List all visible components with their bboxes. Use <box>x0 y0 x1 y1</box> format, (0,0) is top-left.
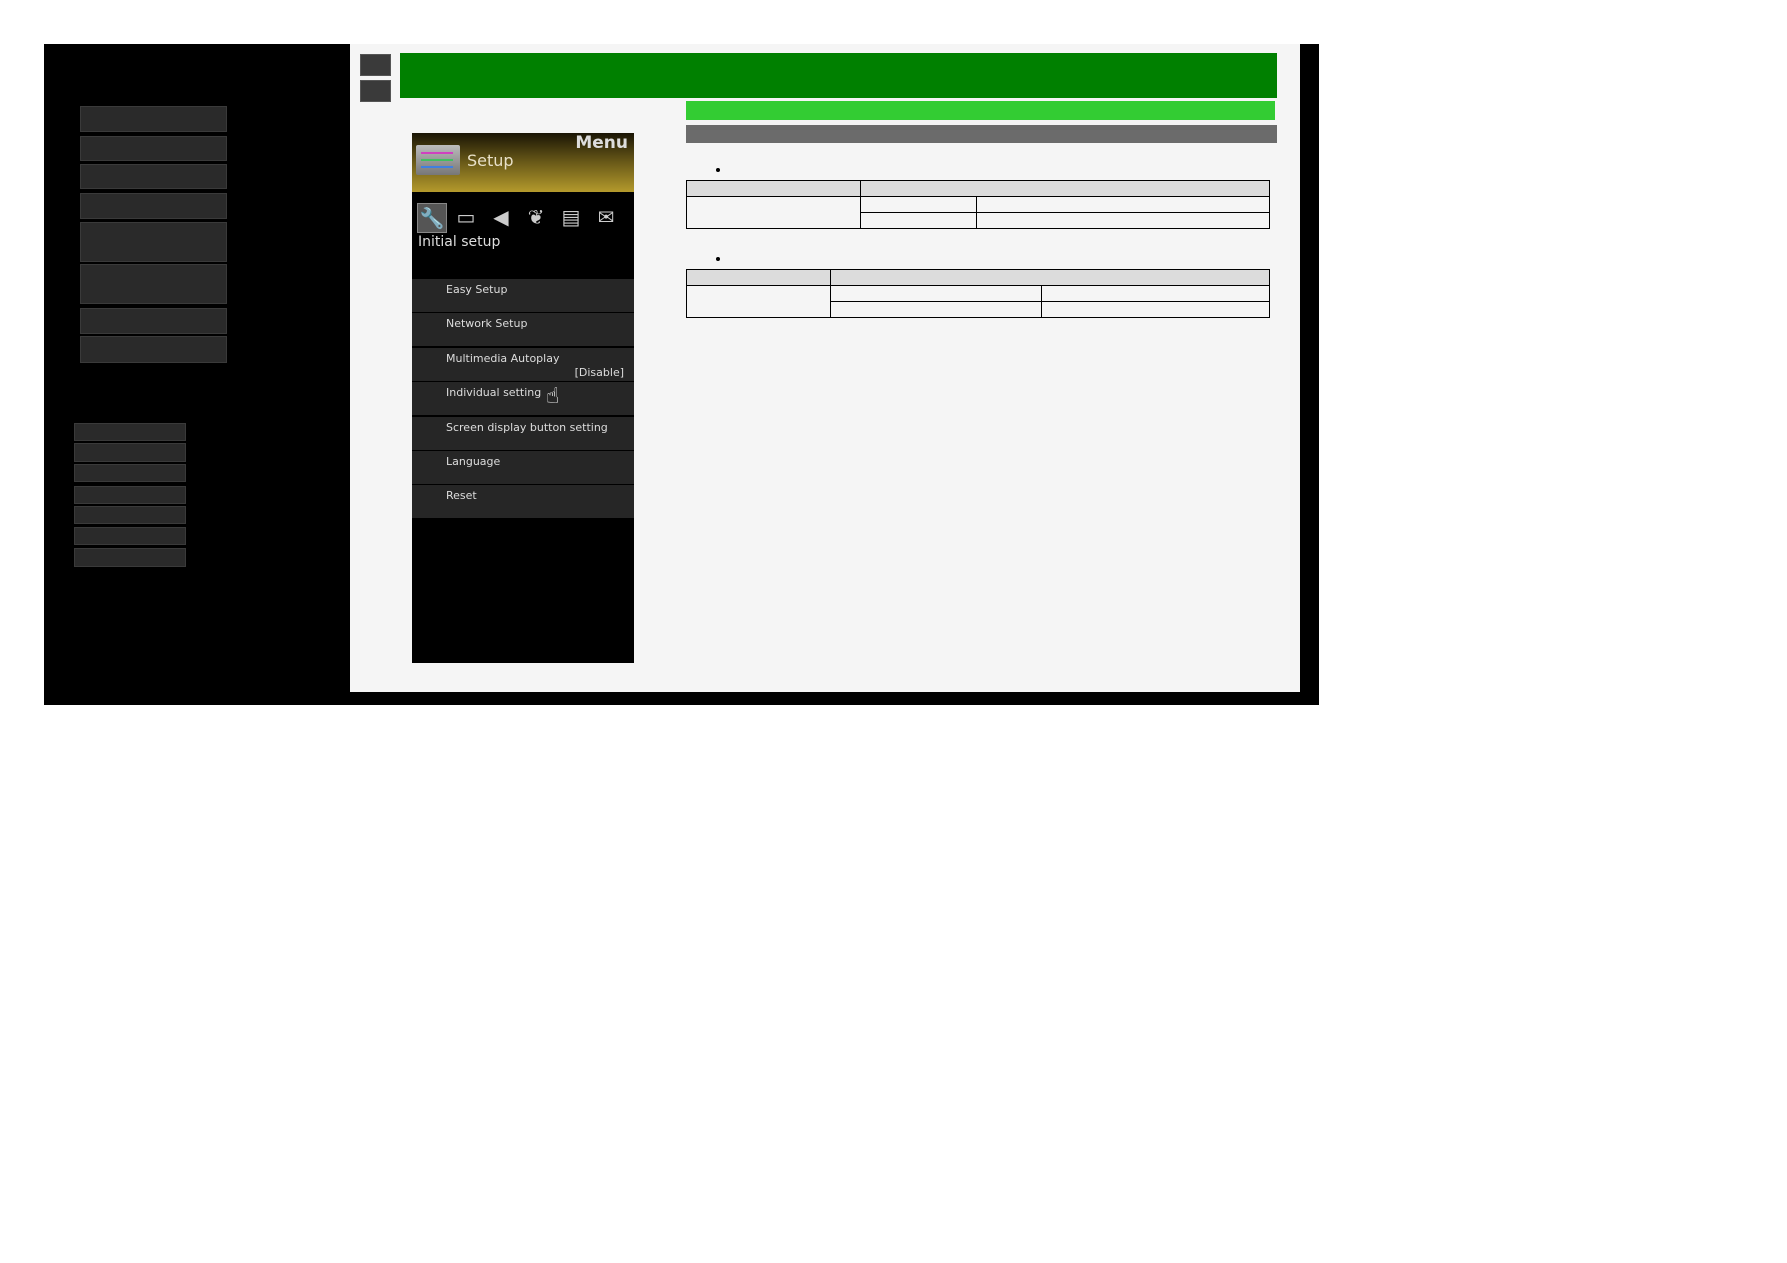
sidebar-link-1[interactable] <box>74 423 186 441</box>
sidebar-link-2[interactable] <box>74 443 186 462</box>
menu-category: Setup <box>467 151 514 170</box>
section-header-bar <box>686 101 1275 120</box>
menu-item-individual-setting[interactable]: Individual setting ☝ <box>412 381 634 415</box>
picture-icon[interactable]: ▭ <box>452 203 480 231</box>
menu-item-easy-setup[interactable]: Easy Setup <box>412 278 634 312</box>
section-label: Initial setup <box>418 234 501 250</box>
sidebar-link-7[interactable] <box>74 548 186 567</box>
sidebar-link-6[interactable] <box>74 527 186 545</box>
sidebar-link-4[interactable] <box>74 486 186 504</box>
wrench-icon[interactable]: 🔧 <box>417 203 447 233</box>
menu-item-multimedia-autoplay[interactable]: Multimedia Autoplay [Disable] <box>412 347 634 381</box>
table-1 <box>686 180 1270 229</box>
sidebar-button-2[interactable] <box>80 136 227 161</box>
menu-item-network-setup[interactable]: Network Setup <box>412 312 634 346</box>
prev-button[interactable] <box>360 54 391 76</box>
menu-title: Menu <box>575 133 628 153</box>
menu-item-label: Screen display button setting <box>446 421 608 434</box>
sidebar-button-1[interactable] <box>80 106 227 132</box>
subsection-bar <box>686 125 1277 143</box>
menu-item-label: Reset <box>446 489 477 502</box>
envelope-icon[interactable]: ✉ <box>592 203 620 231</box>
menu-item-label: Network Setup <box>446 317 528 330</box>
sidebar-link-3[interactable] <box>74 464 186 482</box>
menu-item-label: Individual setting <box>446 386 542 399</box>
page-header-bar <box>400 53 1277 98</box>
menu-item-value: [Disable] <box>574 366 624 379</box>
sidebar-button-7[interactable] <box>80 308 227 334</box>
bullet <box>716 168 720 172</box>
menu-item-label: Easy Setup <box>446 283 508 296</box>
sidebar-link-5[interactable] <box>74 506 186 524</box>
menu-item-language[interactable]: Language <box>412 450 634 484</box>
leaf-icon[interactable]: ❦ <box>522 203 550 231</box>
sidebar-button-6[interactable] <box>80 264 227 304</box>
menu-item-label: Multimedia Autoplay <box>446 352 560 365</box>
bullet <box>716 257 720 261</box>
menu-item-reset[interactable]: Reset <box>412 484 634 518</box>
next-button[interactable] <box>360 80 391 102</box>
menu-item-label: Language <box>446 455 501 468</box>
sidebar-button-5[interactable] <box>80 222 227 262</box>
tv-setup-menu: Setup Menu 🔧 ▭ ◀ ❦ ▤ ✉ Initial setup Eas… <box>412 133 634 663</box>
setup-sliders-icon <box>416 145 460 175</box>
sidebar-button-4[interactable] <box>80 193 227 219</box>
table-2 <box>686 269 1270 318</box>
menu-item-screen-display-button-setting[interactable]: Screen display button setting <box>412 416 634 450</box>
sidebar-button-3[interactable] <box>80 164 227 189</box>
toolbox-icon[interactable]: ▤ <box>557 203 585 231</box>
sidebar-button-8[interactable] <box>80 336 227 363</box>
hand-pointer-icon: ☝ <box>546 384 560 409</box>
speaker-icon[interactable]: ◀ <box>487 203 515 231</box>
menu-header: Setup Menu <box>412 133 634 192</box>
